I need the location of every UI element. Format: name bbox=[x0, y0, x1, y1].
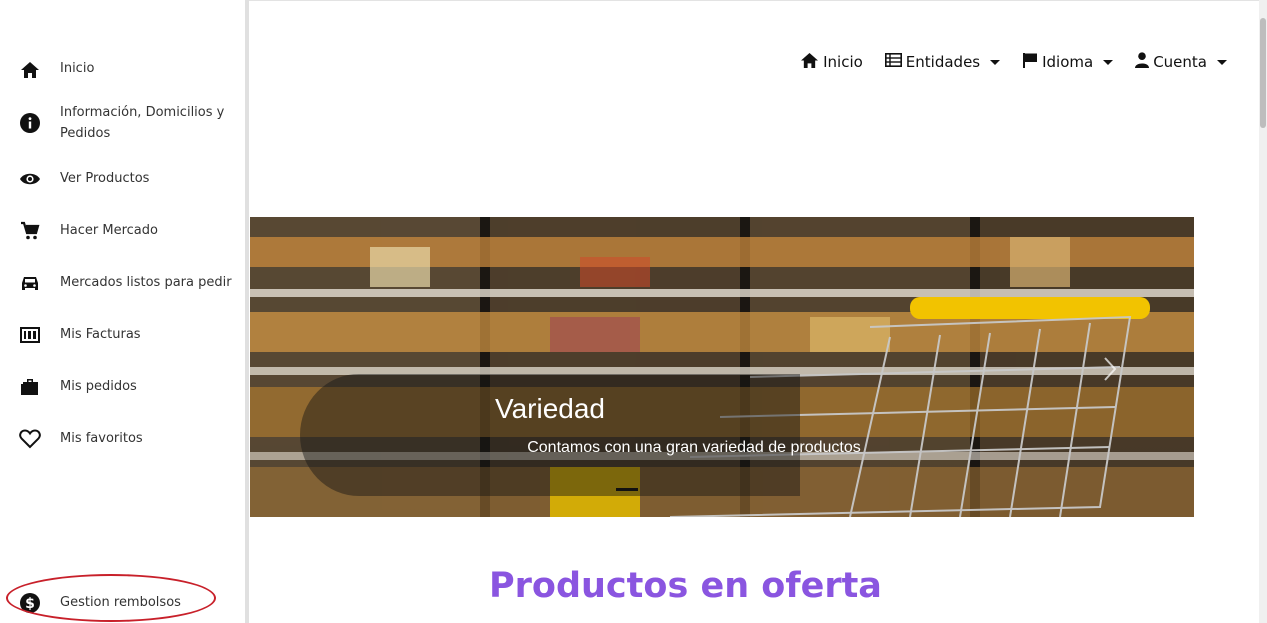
nav-inicio-label: Inicio bbox=[823, 53, 863, 71]
flag-icon bbox=[1022, 52, 1038, 73]
cart-icon bbox=[18, 219, 42, 243]
sidebar-item-label: Inicio bbox=[60, 61, 95, 76]
sidebar-item-label: Ver Productos bbox=[60, 171, 150, 186]
nav-inicio[interactable]: Inicio bbox=[800, 52, 863, 73]
caret-down-icon bbox=[1217, 59, 1227, 65]
sidebar-divider bbox=[245, 0, 249, 623]
nav-idioma-dropdown[interactable]: Idioma bbox=[1022, 52, 1114, 73]
sidebar-item-label: Mis favoritos bbox=[60, 431, 143, 446]
briefcase-icon bbox=[18, 375, 42, 399]
sidebar-item-label: Mis Facturas bbox=[60, 327, 141, 342]
caret-down-icon bbox=[990, 59, 1001, 65]
section-title: Productos en oferta bbox=[489, 566, 882, 606]
sidebar-item-label: Mercados listos para pedir bbox=[60, 275, 232, 290]
sidebar-item-label: Hacer Mercado bbox=[60, 223, 158, 238]
scrollbar[interactable] bbox=[1259, 0, 1267, 623]
table-icon bbox=[884, 53, 902, 71]
info-icon bbox=[18, 111, 42, 135]
sidebar: Inicio Información, Domicilios y Pedidos… bbox=[0, 0, 245, 623]
caret-down-icon bbox=[1103, 59, 1114, 65]
nav-entidades-label: Entidades bbox=[905, 53, 981, 71]
user-icon bbox=[1135, 52, 1150, 72]
hero-carousel[interactable]: Variedad Contamos con una gran variedad … bbox=[250, 217, 1194, 517]
top-nav: Inicio Entidades Idioma Cuenta bbox=[800, 50, 1227, 74]
scrollbar-thumb[interactable] bbox=[1260, 18, 1266, 128]
chevron-right-icon[interactable] bbox=[1098, 354, 1122, 384]
sidebar-item-label: Mis pedidos bbox=[60, 379, 137, 394]
carousel-title: Variedad bbox=[494, 393, 605, 424]
car-icon bbox=[18, 271, 42, 295]
eye-icon bbox=[18, 167, 42, 191]
highlight-ellipse bbox=[6, 574, 216, 622]
nav-entidades-dropdown[interactable]: Entidades bbox=[884, 53, 1001, 71]
home-icon bbox=[800, 52, 819, 73]
invoice-icon bbox=[18, 323, 42, 347]
carousel-indicator[interactable] bbox=[616, 488, 638, 491]
nav-idioma-label: Idioma bbox=[1042, 53, 1094, 71]
home-icon bbox=[18, 58, 42, 82]
carousel-text: Contamos con una gran variedad de produc… bbox=[527, 439, 861, 456]
nav-cuenta-label: Cuenta bbox=[1153, 53, 1207, 71]
heart-icon bbox=[18, 427, 42, 451]
nav-cuenta-dropdown[interactable]: Cuenta bbox=[1135, 52, 1227, 72]
sidebar-item-label: Información, Domicilios y Pedidos bbox=[60, 105, 225, 141]
